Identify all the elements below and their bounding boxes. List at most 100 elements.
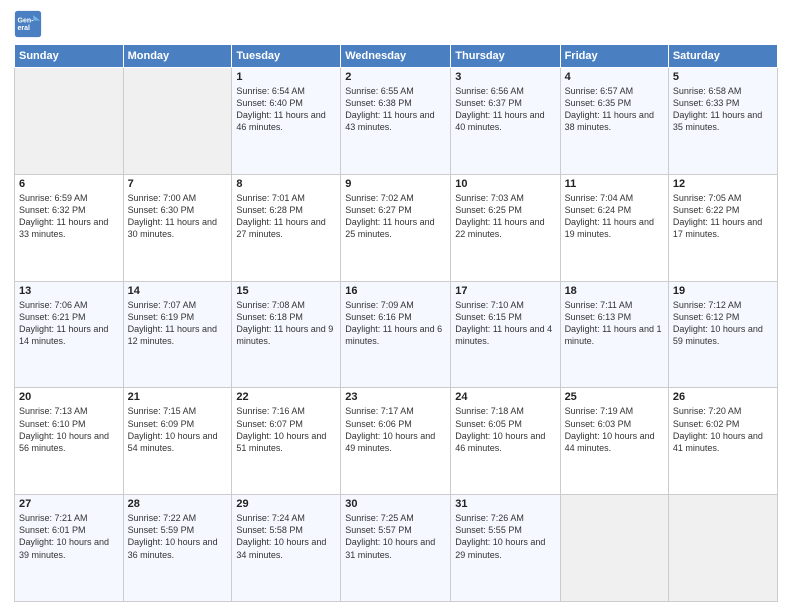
calendar-cell: 28 Sunrise: 7:22 AM Sunset: 5:59 PM Dayli… — [123, 495, 232, 602]
calendar-cell: 11 Sunrise: 7:04 AM Sunset: 6:24 PM Dayli… — [560, 174, 668, 281]
day-number: 19 — [673, 285, 773, 297]
calendar-week-1: 1Sunrise: 6:54 AM Sunset: 6:40 PM Daylig… — [15, 68, 778, 175]
page: Gen- eral SundayMondayTuesdayWednesdayTh… — [0, 0, 792, 612]
day-number: 8 — [236, 178, 336, 190]
day-number: 7 — [128, 178, 228, 190]
cell-content: Sunrise: 7:03 AM Sunset: 6:25 PM Dayligh… — [455, 192, 555, 241]
calendar-cell: 5 Sunrise: 6:58 AM Sunset: 6:33 PM Daylig… — [668, 68, 777, 175]
day-number: 4 — [565, 71, 664, 83]
cell-content: Sunrise: 7:26 AM Sunset: 5:55 PM Dayligh… — [455, 512, 555, 561]
day-number: 20 — [19, 391, 119, 403]
calendar-cell: 8 Sunrise: 7:01 AM Sunset: 6:28 PM Daylig… — [232, 174, 341, 281]
cell-content: Sunrise: 7:15 AM Sunset: 6:09 PM Dayligh… — [128, 405, 228, 454]
day-number: 26 — [673, 391, 773, 403]
cell-content: Sunrise: 7:22 AM Sunset: 5:59 PM Dayligh… — [128, 512, 228, 561]
cell-content: Sunrise: 6:57 AM Sunset: 6:35 PM Dayligh… — [565, 85, 664, 134]
calendar-week-4: 20 Sunrise: 7:13 AM Sunset: 6:10 PM Dayli… — [15, 388, 778, 495]
calendar-cell: 2 Sunrise: 6:55 AM Sunset: 6:38 PM Daylig… — [341, 68, 451, 175]
calendar-cell: 18 Sunrise: 7:11 AM Sunset: 6:13 PM Dayli… — [560, 281, 668, 388]
cell-content: Sunrise: 7:24 AM Sunset: 5:58 PM Dayligh… — [236, 512, 336, 561]
day-number: 21 — [128, 391, 228, 403]
day-header-saturday: Saturday — [668, 45, 777, 68]
cell-content: Sunrise: 7:09 AM Sunset: 6:16 PM Dayligh… — [345, 299, 446, 348]
day-number: 2 — [345, 71, 446, 83]
calendar-week-5: 27 Sunrise: 7:21 AM Sunset: 6:01 PM Dayli… — [15, 495, 778, 602]
day-number: 11 — [565, 178, 664, 190]
cell-content: Sunrise: 7:00 AM Sunset: 6:30 PM Dayligh… — [128, 192, 228, 241]
day-header-tuesday: Tuesday — [232, 45, 341, 68]
day-number: 18 — [565, 285, 664, 297]
cell-content: Sunrise: 6:54 AM Sunset: 6:40 PM Dayligh… — [236, 85, 336, 134]
day-number: 24 — [455, 391, 555, 403]
day-number: 12 — [673, 178, 773, 190]
day-number: 31 — [455, 498, 555, 510]
day-number: 10 — [455, 178, 555, 190]
day-number: 16 — [345, 285, 446, 297]
cell-content: Sunrise: 7:10 AM Sunset: 6:15 PM Dayligh… — [455, 299, 555, 348]
calendar-cell: 16 Sunrise: 7:09 AM Sunset: 6:16 PM Dayli… — [341, 281, 451, 388]
calendar-table: SundayMondayTuesdayWednesdayThursdayFrid… — [14, 44, 778, 602]
calendar-cell: 23Sunrise: 7:17 AM Sunset: 6:06 PM Dayli… — [341, 388, 451, 495]
day-number: 5 — [673, 71, 773, 83]
day-number: 6 — [19, 178, 119, 190]
logo-icon: Gen- eral — [14, 10, 42, 38]
cell-content: Sunrise: 7:01 AM Sunset: 6:28 PM Dayligh… — [236, 192, 336, 241]
day-header-monday: Monday — [123, 45, 232, 68]
day-number: 15 — [236, 285, 336, 297]
calendar-cell: 10 Sunrise: 7:03 AM Sunset: 6:25 PM Dayli… — [451, 174, 560, 281]
day-header-thursday: Thursday — [451, 45, 560, 68]
calendar-cell: 22 Sunrise: 7:16 AM Sunset: 6:07 PM Dayli… — [232, 388, 341, 495]
cell-content: Sunrise: 7:04 AM Sunset: 6:24 PM Dayligh… — [565, 192, 664, 241]
day-number: 22 — [236, 391, 336, 403]
calendar-cell: 6 Sunrise: 6:59 AM Sunset: 6:32 PM Daylig… — [15, 174, 124, 281]
calendar-cell: 20 Sunrise: 7:13 AM Sunset: 6:10 PM Dayli… — [15, 388, 124, 495]
day-number: 28 — [128, 498, 228, 510]
svg-text:Gen-: Gen- — [18, 17, 35, 24]
day-number: 13 — [19, 285, 119, 297]
day-number: 30 — [345, 498, 446, 510]
header-row: SundayMondayTuesdayWednesdayThursdayFrid… — [15, 45, 778, 68]
calendar-cell: 9Sunrise: 7:02 AM Sunset: 6:27 PM Daylig… — [341, 174, 451, 281]
calendar-cell: 13 Sunrise: 7:06 AM Sunset: 6:21 PM Dayli… — [15, 281, 124, 388]
calendar-cell: 30Sunrise: 7:25 AM Sunset: 5:57 PM Dayli… — [341, 495, 451, 602]
calendar-cell: 19 Sunrise: 7:12 AM Sunset: 6:12 PM Dayli… — [668, 281, 777, 388]
cell-content: Sunrise: 7:06 AM Sunset: 6:21 PM Dayligh… — [19, 299, 119, 348]
calendar-cell — [15, 68, 124, 175]
cell-content: Sunrise: 7:17 AM Sunset: 6:06 PM Dayligh… — [345, 405, 446, 454]
cell-content: Sunrise: 6:58 AM Sunset: 6:33 PM Dayligh… — [673, 85, 773, 134]
cell-content: Sunrise: 7:11 AM Sunset: 6:13 PM Dayligh… — [565, 299, 664, 348]
cell-content: Sunrise: 7:18 AM Sunset: 6:05 PM Dayligh… — [455, 405, 555, 454]
calendar-week-2: 6 Sunrise: 6:59 AM Sunset: 6:32 PM Daylig… — [15, 174, 778, 281]
calendar-cell: 14Sunrise: 7:07 AM Sunset: 6:19 PM Dayli… — [123, 281, 232, 388]
cell-content: Sunrise: 6:59 AM Sunset: 6:32 PM Dayligh… — [19, 192, 119, 241]
cell-content: Sunrise: 7:19 AM Sunset: 6:03 PM Dayligh… — [565, 405, 664, 454]
cell-content: Sunrise: 6:55 AM Sunset: 6:38 PM Dayligh… — [345, 85, 446, 134]
day-header-sunday: Sunday — [15, 45, 124, 68]
cell-content: Sunrise: 6:56 AM Sunset: 6:37 PM Dayligh… — [455, 85, 555, 134]
calendar-cell: 1Sunrise: 6:54 AM Sunset: 6:40 PM Daylig… — [232, 68, 341, 175]
calendar-week-3: 13 Sunrise: 7:06 AM Sunset: 6:21 PM Dayli… — [15, 281, 778, 388]
cell-content: Sunrise: 7:21 AM Sunset: 6:01 PM Dayligh… — [19, 512, 119, 561]
svg-text:eral: eral — [18, 25, 31, 32]
cell-content: Sunrise: 7:02 AM Sunset: 6:27 PM Dayligh… — [345, 192, 446, 241]
cell-content: Sunrise: 7:13 AM Sunset: 6:10 PM Dayligh… — [19, 405, 119, 454]
cell-content: Sunrise: 7:12 AM Sunset: 6:12 PM Dayligh… — [673, 299, 773, 348]
calendar-cell: 27 Sunrise: 7:21 AM Sunset: 6:01 PM Dayli… — [15, 495, 124, 602]
day-number: 27 — [19, 498, 119, 510]
cell-content: Sunrise: 7:08 AM Sunset: 6:18 PM Dayligh… — [236, 299, 336, 348]
calendar-cell: 4 Sunrise: 6:57 AM Sunset: 6:35 PM Daylig… — [560, 68, 668, 175]
calendar-body: 1Sunrise: 6:54 AM Sunset: 6:40 PM Daylig… — [15, 68, 778, 602]
calendar-cell — [123, 68, 232, 175]
calendar-cell: 15 Sunrise: 7:08 AM Sunset: 6:18 PM Dayli… — [232, 281, 341, 388]
cell-content: Sunrise: 7:16 AM Sunset: 6:07 PM Dayligh… — [236, 405, 336, 454]
day-number: 25 — [565, 391, 664, 403]
calendar-cell — [668, 495, 777, 602]
calendar-cell: 21 Sunrise: 7:15 AM Sunset: 6:09 PM Dayli… — [123, 388, 232, 495]
cell-content: Sunrise: 7:07 AM Sunset: 6:19 PM Dayligh… — [128, 299, 228, 348]
calendar-cell: 26Sunrise: 7:20 AM Sunset: 6:02 PM Dayli… — [668, 388, 777, 495]
day-header-friday: Friday — [560, 45, 668, 68]
day-number: 29 — [236, 498, 336, 510]
calendar-cell: 3Sunrise: 6:56 AM Sunset: 6:37 PM Daylig… — [451, 68, 560, 175]
calendar-cell: 29 Sunrise: 7:24 AM Sunset: 5:58 PM Dayli… — [232, 495, 341, 602]
calendar-cell: 31 Sunrise: 7:26 AM Sunset: 5:55 PM Dayli… — [451, 495, 560, 602]
